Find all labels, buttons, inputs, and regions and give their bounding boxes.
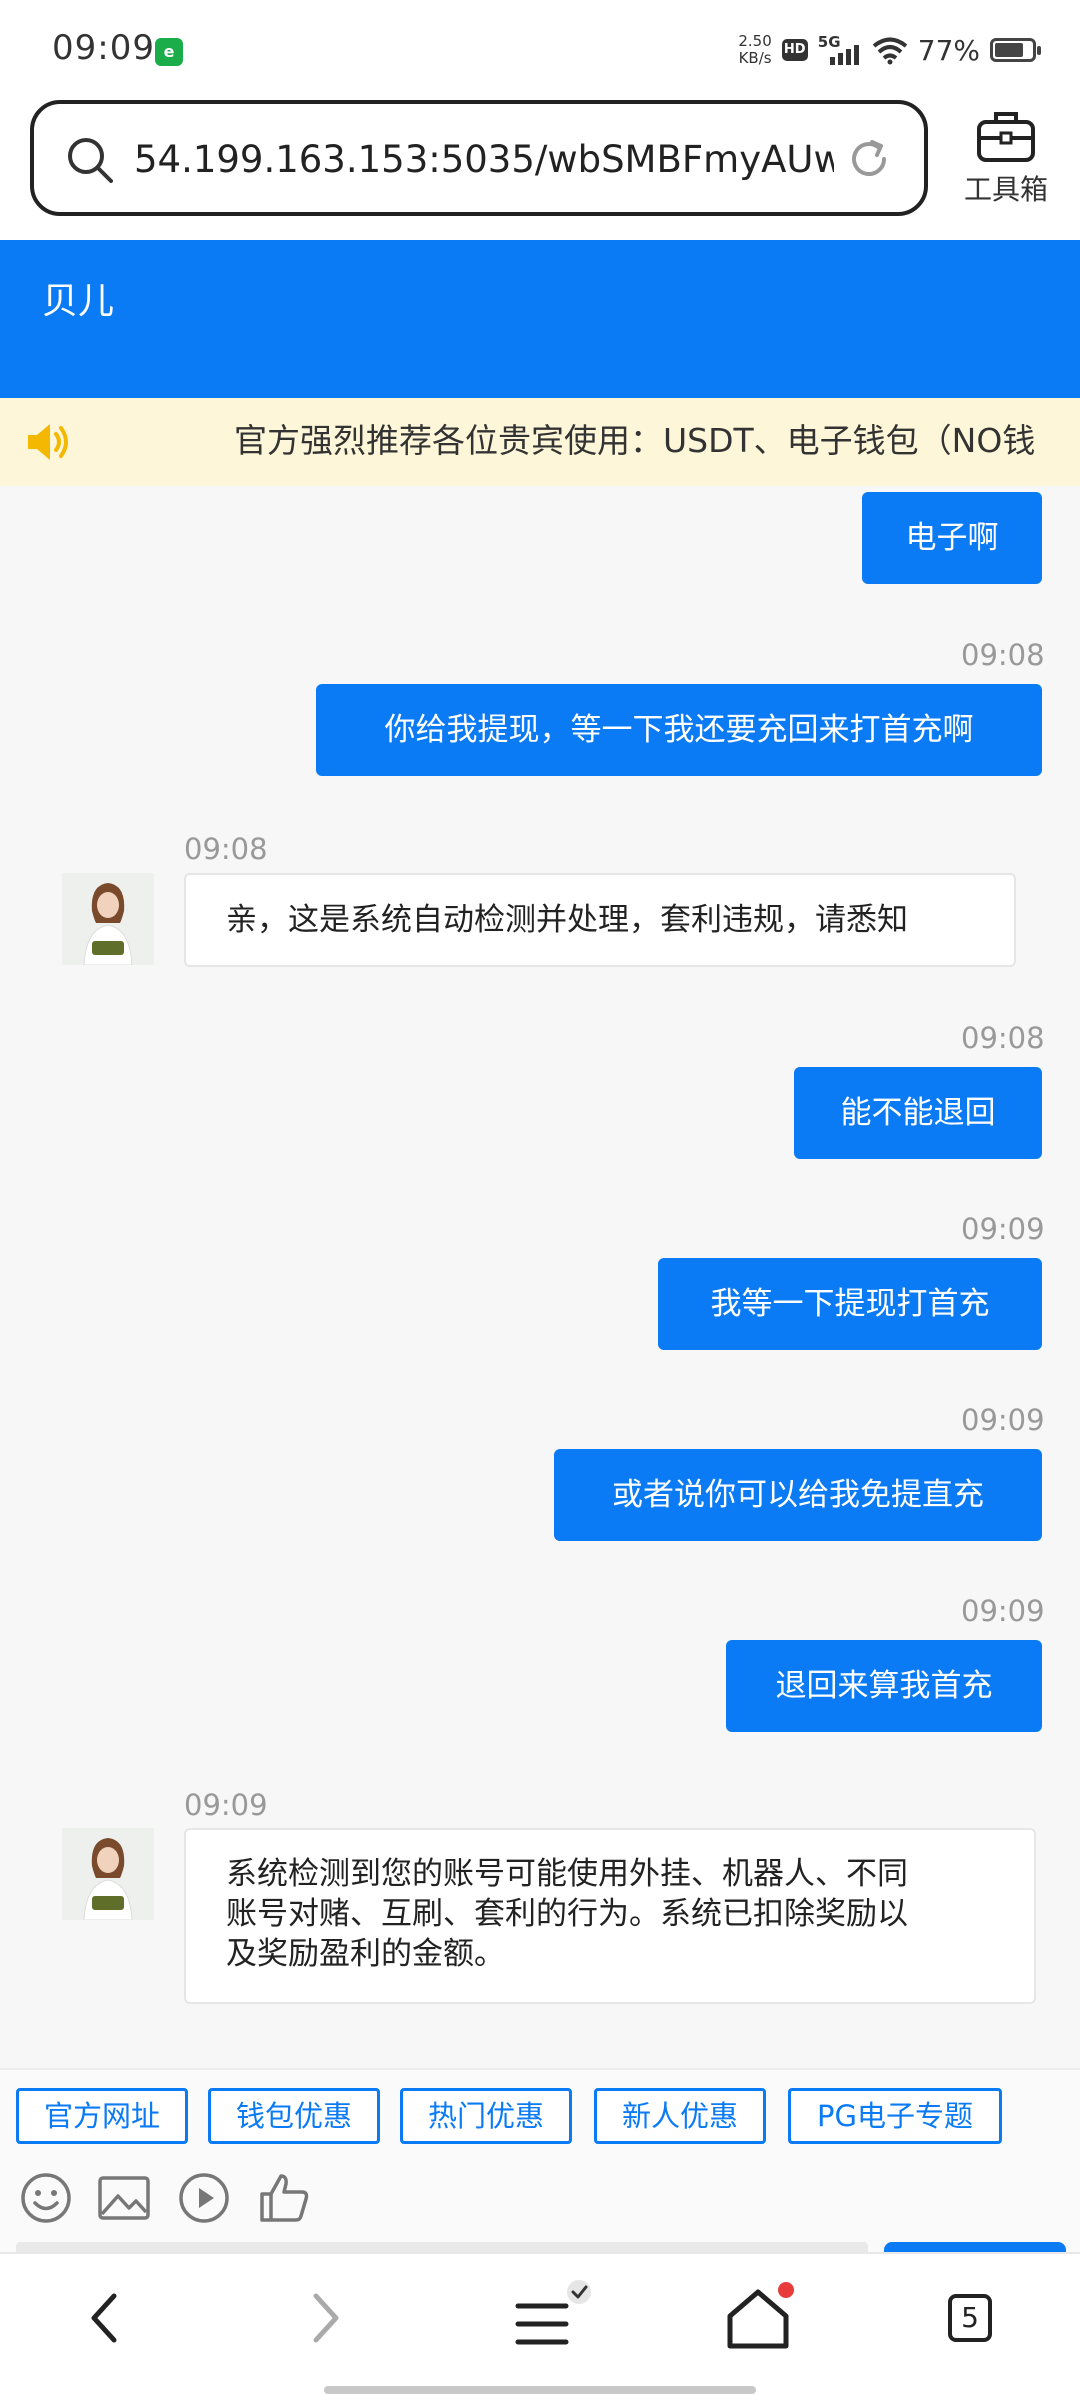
message-timestamp: 09:09 xyxy=(961,1212,1045,1246)
emoji-icon[interactable] xyxy=(18,2170,74,2226)
network-speed-unit: KB/s xyxy=(738,49,772,67)
tabs-button[interactable]: 5 xyxy=(930,2278,1010,2358)
message-timestamp: 09:08 xyxy=(961,1021,1045,1055)
search-icon xyxy=(68,138,113,183)
status-bar: 09:09 e 2.50 KB/s HD 5G 77% xyxy=(0,0,1080,96)
send-button[interactable] xyxy=(884,2242,1066,2252)
message-input[interactable] xyxy=(16,2242,868,2252)
quick-reply-official-site[interactable]: 官方网址 xyxy=(16,2088,188,2144)
speaker-icon xyxy=(28,424,68,460)
message-bubble-outgoing: 电子啊 xyxy=(862,492,1042,584)
refresh-icon[interactable] xyxy=(844,134,894,184)
message-bubble-outgoing: 退回来算我首充 xyxy=(726,1640,1042,1732)
input-toolbar xyxy=(0,2158,1080,2242)
message-bubble-incoming: 系统检测到您的账号可能使用外挂、机器人、不同 账号对赌、互刷、套利的行为。系统已… xyxy=(184,1828,1036,2004)
message-timestamp: 09:08 xyxy=(961,638,1045,672)
message-line: 账号对赌、互刷、套利的行为。系统已扣除奖励以 xyxy=(226,1896,908,1932)
message-bubble-outgoing: 你给我提现，等一下我还要充回来打首充啊 xyxy=(316,684,1042,776)
message-input-area xyxy=(0,2242,1080,2252)
message-timestamp: 09:08 xyxy=(184,832,268,866)
back-icon[interactable] xyxy=(66,2278,146,2358)
status-indicators: 2.50 KB/s HD 5G 77% xyxy=(738,30,1041,70)
quick-reply-new-user-offers[interactable]: 新人优惠 xyxy=(594,2088,766,2144)
toolbox-label: 工具箱 xyxy=(963,173,1048,206)
message-timestamp: 09:09 xyxy=(184,1788,268,1822)
home-icon[interactable] xyxy=(716,2278,812,2358)
message-line: 亲，这是系统自动检测并处理，套利违规，请悉知 xyxy=(226,902,908,938)
agent-avatar xyxy=(62,873,154,965)
tabs-count: 5 xyxy=(961,2301,979,2334)
toolbox-button[interactable]: 工具箱 xyxy=(948,106,1064,216)
message-bubble-incoming: 亲，这是系统自动检测并处理，套利违规，请悉知 xyxy=(184,873,1016,967)
toolbox-icon xyxy=(977,112,1035,162)
network-speed-value: 2.50 xyxy=(738,32,772,50)
notice-text: 官方强烈推荐各位贵宾使用：USDT、电子钱包（NO钱 xyxy=(234,421,1036,460)
quick-reply-pg-topic[interactable]: PG电子专题 xyxy=(788,2088,1002,2144)
chat-header: 贝儿 xyxy=(0,240,1080,398)
screen: 09:09 e 2.50 KB/s HD 5G 77% 54.199.163.1… xyxy=(0,0,1080,2400)
message-bubble-outgoing: 或者说你可以给我免提直充 xyxy=(554,1449,1042,1541)
menu-icon[interactable] xyxy=(500,2278,596,2358)
wifi-icon xyxy=(872,37,908,65)
agent-avatar xyxy=(62,1828,154,1920)
network-speed: 2.50 KB/s xyxy=(738,33,771,67)
url-text[interactable]: 54.199.163.153:5035/wbSMBFmyAUw... xyxy=(134,134,834,186)
cellular-signal-icon: 5G xyxy=(818,33,862,67)
message-bubble-outgoing: 能不能退回 xyxy=(794,1067,1042,1159)
status-time: 09:09 xyxy=(52,28,155,68)
message-timestamp: 09:09 xyxy=(961,1403,1045,1437)
address-bar[interactable]: 54.199.163.153:5035/wbSMBFmyAUw... xyxy=(30,100,928,216)
battery-icon xyxy=(990,38,1041,62)
message-timestamp: 09:09 xyxy=(961,1594,1045,1628)
quick-reply-hot-offers[interactable]: 热门优惠 xyxy=(400,2088,572,2144)
battery-percent: 77% xyxy=(917,33,980,67)
agent-name: 贝儿 xyxy=(42,281,115,322)
app-notification-icon: e xyxy=(155,38,183,66)
message-bubble-outgoing: 我等一下提现打首充 xyxy=(658,1258,1042,1350)
message-line: 系统检测到您的账号可能使用外挂、机器人、不同 xyxy=(226,1856,908,1892)
forward-icon[interactable] xyxy=(284,2278,364,2358)
message-line: 及奖励盈利的金额。 xyxy=(226,1936,505,1972)
hd-voice-icon: HD xyxy=(781,39,808,61)
message-list[interactable]: 电子啊 09:08 你给我提现，等一下我还要充回来打首充啊 09:08 亲，这是… xyxy=(0,486,1080,2068)
home-indicator[interactable] xyxy=(324,2386,756,2394)
notice-banner[interactable]: 官方强烈推荐各位贵宾使用：USDT、电子钱包（NO钱 xyxy=(0,398,1080,486)
video-play-icon[interactable] xyxy=(176,2170,232,2226)
thumbs-up-icon[interactable] xyxy=(256,2170,312,2226)
image-icon[interactable] xyxy=(96,2170,152,2226)
quick-reply-wallet-offers[interactable]: 钱包优惠 xyxy=(208,2088,380,2144)
browser-nav-bar: 5 xyxy=(0,2252,1080,2400)
quick-replies: 官方网址 钱包优惠 热门优惠 新人优惠 PG电子专题 xyxy=(0,2068,1080,2158)
